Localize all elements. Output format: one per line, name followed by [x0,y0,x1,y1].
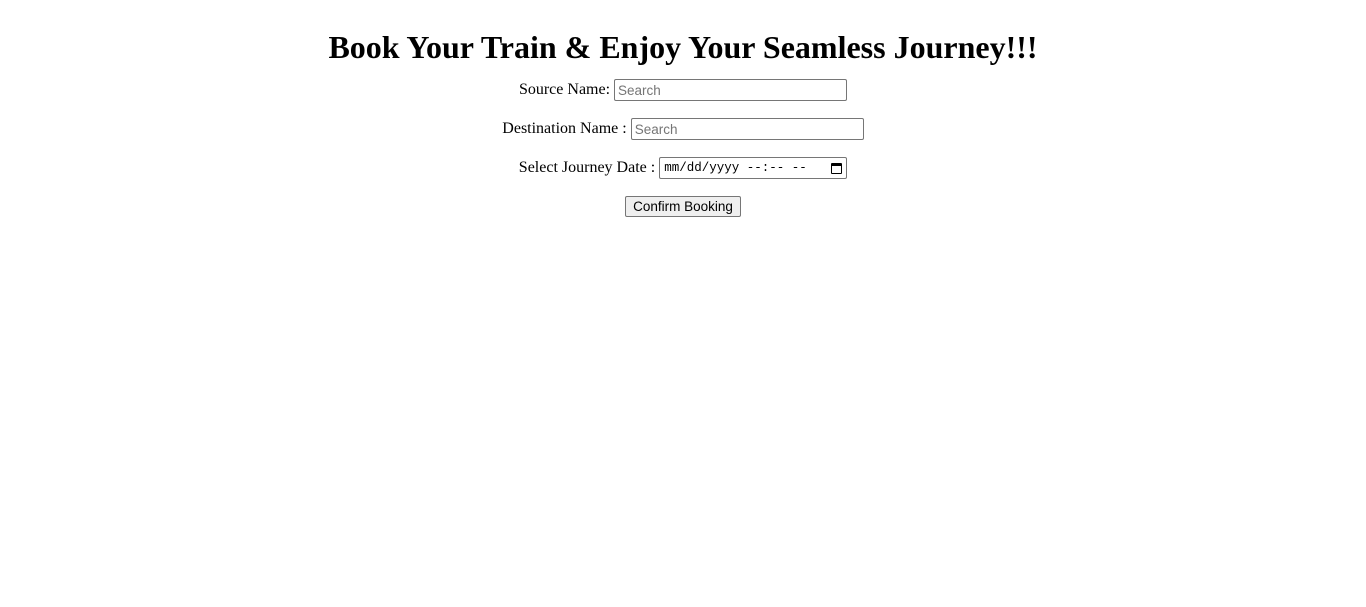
journey-date-label: Select Journey Date : [518,159,656,176]
source-row: Source Name: [0,79,1366,118]
calendar-icon[interactable] [831,162,843,174]
journey-date-row: Select Journey Date : mm/dd/yyyy --:-- -… [0,157,1366,196]
destination-label: Destination Name : [502,120,627,137]
booking-form: Source Name: Destination Name : Select J… [0,79,1366,235]
journey-date-input[interactable]: mm/dd/yyyy --:-- -- [659,157,848,179]
source-input[interactable] [614,79,848,101]
page: Book Your Train & Enjoy Your Seamless Jo… [0,0,1366,235]
button-row: Confirm Booking [0,196,1366,235]
page-title: Book Your Train & Enjoy Your Seamless Jo… [328,29,1038,65]
destination-row: Destination Name : [0,118,1366,157]
journey-date-placeholder: mm/dd/yyyy --:-- -- [664,161,807,175]
destination-input[interactable] [630,118,864,140]
source-label: Source Name: [518,81,611,98]
confirm-booking-button[interactable]: Confirm Booking [625,196,741,217]
